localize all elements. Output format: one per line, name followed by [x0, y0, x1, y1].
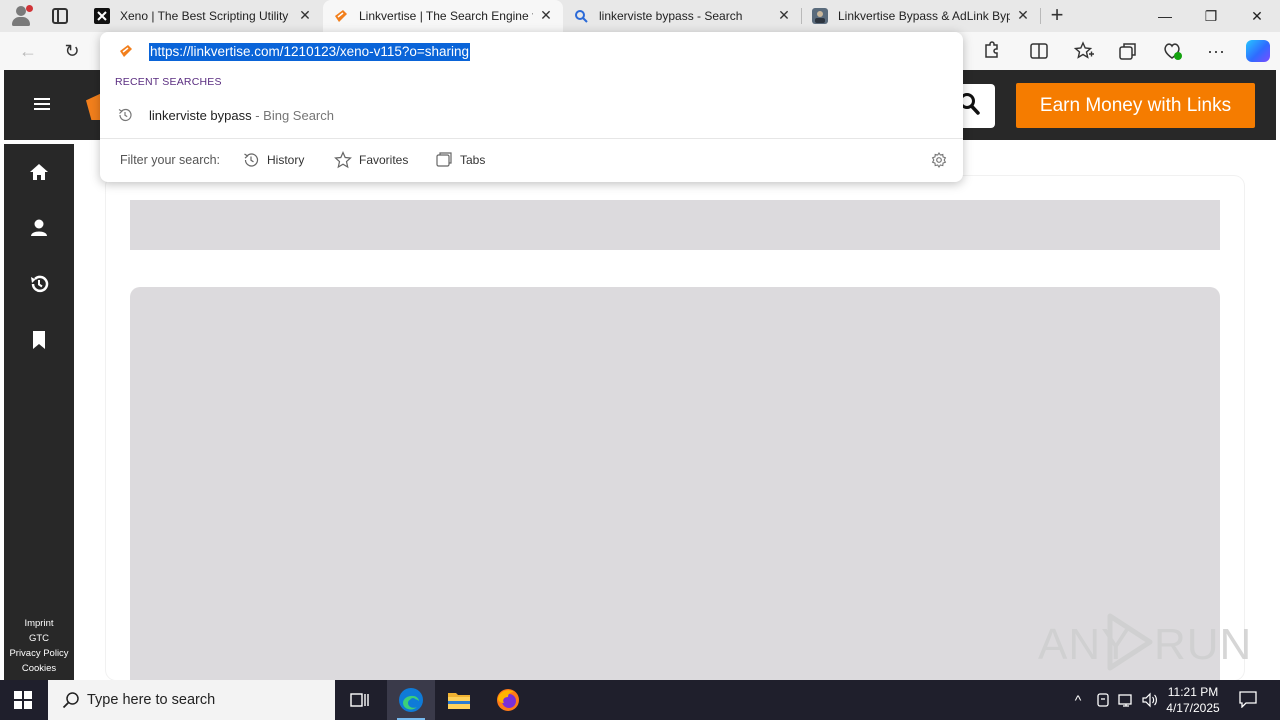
windows-taskbar: Type here to search ^ 11:21 PM 4/17/2025	[0, 680, 1280, 720]
task-view-button[interactable]	[336, 680, 384, 720]
tab-close-icon[interactable]: ✕	[777, 8, 791, 22]
back-button[interactable]: ←	[17, 40, 39, 62]
security-icon[interactable]	[1094, 691, 1112, 709]
tab-close-icon[interactable]: ✕	[298, 8, 312, 22]
edge-icon	[399, 688, 423, 712]
dropdown-divider	[100, 138, 963, 139]
network-icon[interactable]	[1117, 691, 1135, 709]
task-view-icon	[350, 693, 369, 707]
recent-searches-heading: RECENT SEARCHES	[115, 76, 222, 88]
site-favicon-icon	[812, 8, 828, 24]
earn-money-button[interactable]: Earn Money with Links	[1016, 83, 1255, 128]
filter-history-label: History	[267, 153, 305, 167]
split-screen-icon[interactable]	[1028, 40, 1050, 62]
suggestion-source: - Bing Search	[251, 108, 334, 123]
history-clock-icon	[244, 153, 259, 167]
filter-favorites-label: Favorites	[359, 153, 409, 167]
tabs-icon	[436, 152, 452, 167]
minimize-button[interactable]: —	[1142, 0, 1188, 32]
gear-icon[interactable]	[931, 152, 947, 168]
xeno-favicon-icon	[94, 8, 110, 24]
refresh-button[interactable]: ↻	[61, 40, 83, 62]
taskbar-search-box[interactable]: Type here to search	[48, 680, 335, 720]
browser-essentials-icon[interactable]	[1161, 40, 1183, 62]
tab-bing-search[interactable]: linkerviste bypass - Search ✕	[563, 0, 801, 32]
close-window-button[interactable]: ✕	[1234, 0, 1280, 32]
linkvertise-favicon-icon	[335, 10, 347, 22]
history-clock-icon	[118, 108, 132, 122]
user-icon[interactable]	[29, 218, 49, 238]
tab-label: Xeno | The Best Scripting Utility	[120, 9, 289, 23]
tab-strip: Xeno | The Best Scripting Utility ✕ Link…	[0, 0, 1280, 32]
anyrun-watermark: ANY RUN	[1038, 610, 1251, 674]
suggestion-query: linkerviste bypass	[149, 108, 252, 123]
cookies-link[interactable]: Cookies	[4, 661, 74, 676]
volume-icon[interactable]	[1141, 691, 1159, 709]
filter-tabs-label: Tabs	[460, 153, 486, 167]
taskbar-edge[interactable]	[387, 680, 435, 720]
taskbar-search-placeholder: Type here to search	[87, 692, 216, 708]
notifications-icon[interactable]	[1238, 690, 1258, 708]
suggestion-text: linkerviste bypass - Bing Search	[149, 108, 334, 123]
address-bar-input[interactable]: https://linkvertise.com/1210123/xeno-v11…	[149, 43, 471, 61]
gtc-link[interactable]: GTC	[4, 631, 74, 646]
history-icon[interactable]	[29, 274, 49, 294]
start-button[interactable]	[14, 691, 32, 709]
profile-icon[interactable]	[8, 4, 34, 28]
linkvertise-favicon-icon	[120, 45, 132, 57]
system-clock[interactable]: 11:21 PM 4/17/2025	[1163, 684, 1223, 716]
watermark-text-right: RUN	[1154, 620, 1253, 669]
new-tab-button[interactable]: +	[1046, 4, 1068, 26]
imprint-link[interactable]: Imprint	[4, 616, 74, 631]
loading-skeleton-bar	[130, 200, 1220, 250]
tab-xeno[interactable]: Xeno | The Best Scripting Utility ✕	[84, 0, 322, 32]
more-menu-button[interactable]: ···	[1205, 40, 1227, 62]
privacy-policy-link[interactable]: Privacy Policy	[4, 646, 74, 661]
tab-actions-icon[interactable]	[52, 8, 68, 24]
filter-history-button[interactable]: History	[242, 150, 312, 170]
folder-icon	[448, 693, 470, 709]
tab-close-icon[interactable]: ✕	[1016, 8, 1030, 22]
tab-separator	[1040, 8, 1041, 24]
suggestion-row[interactable]: linkerviste bypass - Bing Search	[100, 102, 963, 130]
collections-icon[interactable]	[1117, 40, 1139, 62]
search-favicon-icon	[575, 10, 588, 23]
tab-label: Linkvertise | The Search Engine fo	[359, 9, 533, 23]
filter-favorites-button[interactable]: Favorites	[334, 150, 414, 170]
filter-label: Filter your search:	[120, 153, 221, 167]
play-logo-icon	[1107, 613, 1153, 671]
clock-time: 11:21 PM	[1167, 685, 1219, 699]
clock-date: 4/17/2025	[1166, 701, 1220, 715]
footer-links: Imprint GTC Privacy Policy Cookies	[4, 616, 74, 676]
star-icon	[334, 151, 352, 169]
tab-bypass-site[interactable]: Linkvertise Bypass & AdLink Byp ✕	[802, 0, 1040, 32]
taskbar-file-explorer[interactable]	[435, 680, 483, 720]
firefox-icon	[497, 689, 519, 711]
address-bar-dropdown: https://linkvertise.com/1210123/xeno-v11…	[100, 32, 963, 182]
tab-label: Linkvertise Bypass & AdLink Byp	[838, 9, 1010, 23]
extensions-icon[interactable]	[980, 40, 1002, 62]
tab-label: linkerviste bypass - Search	[599, 9, 743, 23]
tray-overflow-chevron-icon[interactable]: ^	[1069, 691, 1087, 709]
tab-close-icon[interactable]: ✕	[539, 8, 553, 22]
restore-button[interactable]: ❐	[1188, 0, 1234, 32]
search-icon	[62, 692, 79, 709]
site-sidebar: Imprint GTC Privacy Policy Cookies	[4, 144, 74, 680]
bookmark-icon[interactable]	[29, 330, 49, 350]
home-icon[interactable]	[29, 162, 49, 182]
tab-linkvertise[interactable]: Linkvertise | The Search Engine fo ✕	[323, 0, 563, 32]
taskbar-firefox[interactable]	[484, 680, 532, 720]
copilot-icon[interactable]	[1246, 40, 1270, 62]
filter-tabs-button[interactable]: Tabs	[435, 150, 495, 170]
hamburger-menu-icon[interactable]	[34, 98, 50, 110]
favorites-star-icon[interactable]	[1073, 40, 1095, 62]
